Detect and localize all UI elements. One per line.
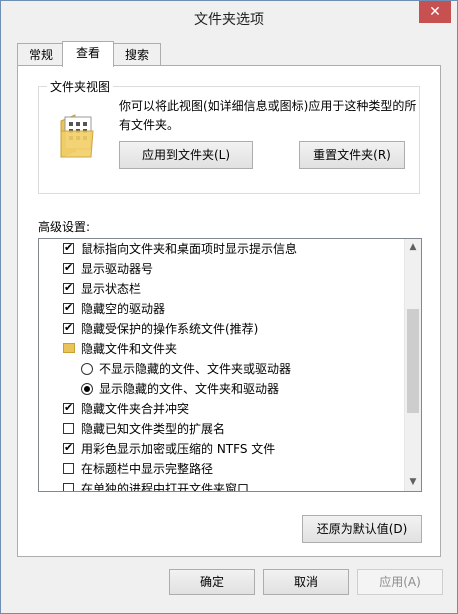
- dialog-footer: 确定 取消 应用(A): [1, 557, 457, 613]
- restore-defaults-button[interactable]: 还原为默认值(D): [302, 515, 422, 543]
- close-button[interactable]: ✕: [419, 1, 451, 23]
- tab-search[interactable]: 搜索: [113, 43, 161, 66]
- checkbox-hide-empty-drives[interactable]: [63, 299, 74, 317]
- list-item-label: 显示隐藏的文件、文件夹和驱动器: [99, 382, 280, 396]
- tab-view[interactable]: 查看: [62, 41, 114, 67]
- title-bar[interactable]: 文件夹选项 ✕: [1, 1, 457, 33]
- checkbox-show-drive-letters[interactable]: [63, 259, 74, 277]
- folder-views-title: 文件夹视图: [47, 78, 114, 95]
- scroll-down-icon[interactable]: ▼: [405, 474, 421, 491]
- vertical-scrollbar[interactable]: ▲ ▼: [404, 239, 421, 491]
- apply-to-folders-button[interactable]: 应用到文件夹(L): [119, 141, 253, 169]
- list-item-label: 隐藏已知文件类型的扩展名: [81, 422, 226, 436]
- list-item-label: 显示驱动器号: [81, 262, 154, 276]
- window-title: 文件夹选项: [194, 12, 264, 28]
- list-item-label: 在单独的进程中打开文件夹窗口: [81, 482, 250, 492]
- scroll-up-icon[interactable]: ▲: [405, 239, 421, 256]
- radio-dont-show-hidden[interactable]: [81, 363, 93, 375]
- checkbox-show-popup-description[interactable]: [63, 239, 74, 257]
- checkbox-hide-extensions[interactable]: [63, 423, 74, 434]
- list-item-label: 在标题栏中显示完整路径: [81, 462, 214, 476]
- folder-views-group: 文件夹视图 你可以将此视图(如详细信息或图标)应用于这种类型的所有文件夹。 应用…: [38, 78, 420, 194]
- advanced-settings-tree[interactable]: 鼠标指向文件夹和桌面项时显示提示信息 显示驱动器号 显示状态栏 隐藏空的驱动器 …: [38, 238, 422, 492]
- list-item-label: 隐藏文件和文件夹: [81, 342, 178, 356]
- list-item-label: 隐藏受保护的操作系统文件(推荐): [81, 322, 259, 336]
- checkbox-hide-folder-merge-conflicts[interactable]: [63, 399, 74, 417]
- tab-panel-view: 文件夹视图 你可以将此视图(如详细信息或图标)应用于这种类型的所有文件夹。 应用…: [17, 65, 441, 557]
- reset-folders-button[interactable]: 重置文件夹(R): [299, 141, 405, 169]
- list-item-label: 隐藏文件夹合并冲突: [81, 402, 190, 416]
- ok-button[interactable]: 确定: [169, 569, 255, 595]
- list-item-label: 鼠标指向文件夹和桌面项时显示提示信息: [81, 242, 298, 256]
- list-item-label: 不显示隐藏的文件、文件夹或驱动器: [99, 362, 292, 376]
- checkbox-separate-process[interactable]: [63, 483, 74, 491]
- cancel-button[interactable]: 取消: [263, 569, 349, 595]
- list-item-label: 用彩色显示加密或压缩的 NTFS 文件: [81, 442, 276, 456]
- folder-options-window: 文件夹选项 ✕ 常规 查看 搜索 文件夹视图 你可以将此视图(如详细信息或图标)…: [0, 0, 458, 614]
- folder-view-icon: [60, 114, 94, 158]
- checkbox-full-path-title[interactable]: [63, 463, 74, 474]
- scrollbar-thumb[interactable]: [407, 309, 419, 413]
- checkbox-hide-protected-os-files[interactable]: [63, 319, 74, 337]
- radio-show-hidden[interactable]: [81, 383, 93, 395]
- list-item-label: 隐藏空的驱动器: [81, 302, 166, 316]
- tab-general[interactable]: 常规: [17, 43, 65, 66]
- checkbox-color-ntfs-files[interactable]: [63, 439, 74, 457]
- checkbox-show-status-bar[interactable]: [63, 279, 74, 297]
- apply-button[interactable]: 应用(A): [357, 569, 443, 595]
- list-item-label: 显示状态栏: [81, 282, 142, 296]
- folder-icon: [63, 343, 75, 353]
- advanced-settings-label: 高级设置:: [38, 220, 91, 234]
- folder-views-description: 你可以将此视图(如详细信息或图标)应用于这种类型的所有文件夹。: [119, 99, 417, 132]
